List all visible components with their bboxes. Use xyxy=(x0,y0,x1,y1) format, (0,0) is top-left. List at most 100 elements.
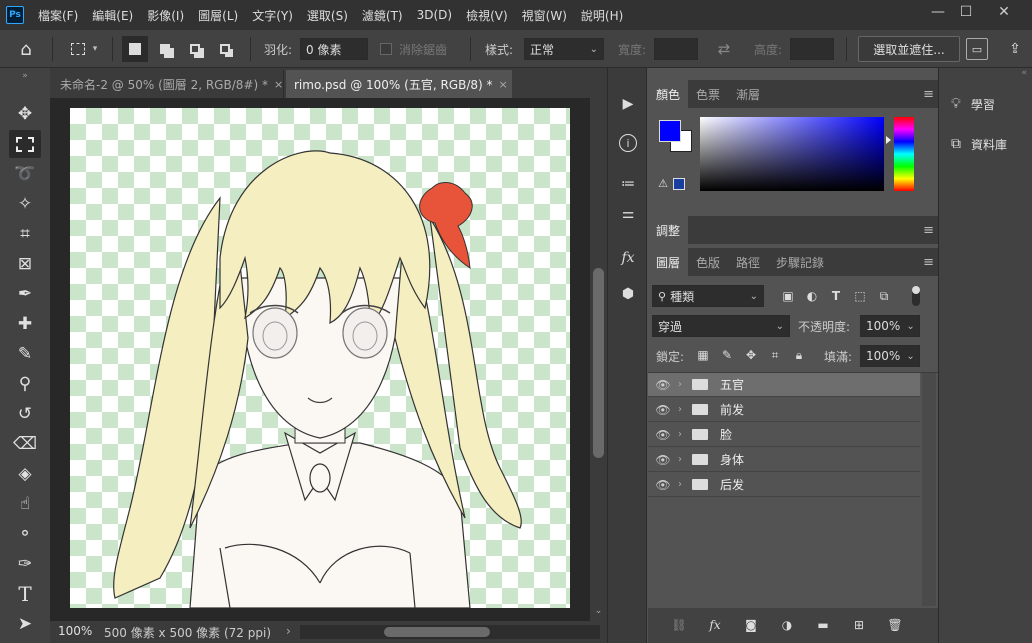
status-arrow-icon[interactable]: › xyxy=(286,624,291,638)
tab-rimo-psd[interactable]: rimo.psd @ 100% (五官, RGB/8) * × xyxy=(286,70,512,98)
menu-help[interactable]: 說明(H) xyxy=(581,7,623,24)
layer-row-身体[interactable]: 👁︎ › 身体 xyxy=(648,448,920,472)
info-icon[interactable]: i xyxy=(619,134,637,152)
select-and-mask-button[interactable]: 選取並遮住... xyxy=(858,36,960,62)
visibility-eye-icon[interactable]: 👁︎ xyxy=(648,428,678,442)
lasso-tool-icon[interactable]: ➰ xyxy=(9,160,41,188)
menu-edit[interactable]: 編輯(E) xyxy=(92,7,133,24)
h-scroll-thumb[interactable] xyxy=(384,627,490,637)
tab-paths[interactable]: 路徑 xyxy=(728,248,768,276)
opacity-input[interactable]: 100% ⌄ xyxy=(860,315,920,337)
menu-type[interactable]: 文字(Y) xyxy=(252,7,293,24)
menu-3d[interactable]: 3D(D) xyxy=(417,8,452,22)
collapse-icon[interactable]: » xyxy=(4,70,46,82)
tab-history[interactable]: 步驟記錄 xyxy=(768,248,832,276)
menu-layer[interactable]: 圖層(L) xyxy=(198,7,238,24)
workspace-icon[interactable]: ▭ xyxy=(966,38,988,60)
filter-toggle[interactable] xyxy=(912,286,920,306)
frame-tool-icon[interactable]: ⊠ xyxy=(9,250,41,278)
menu-filter[interactable]: 濾鏡(T) xyxy=(362,7,403,24)
lock-artboard-icon[interactable]: ⌗ xyxy=(768,348,782,362)
tab-gradients[interactable]: 漸層 xyxy=(728,80,768,108)
visibility-eye-icon[interactable]: 👁︎ xyxy=(648,403,678,417)
tab-close-icon[interactable]: × xyxy=(274,78,283,91)
lock-position-icon[interactable]: ✥ xyxy=(744,348,758,362)
new-group-folder-icon[interactable]: ▬ xyxy=(816,618,830,632)
menu-image[interactable]: 影像(I) xyxy=(147,7,184,24)
intersect-selection-button[interactable] xyxy=(212,36,238,62)
add-selection-button[interactable] xyxy=(152,36,178,62)
dodge-tool-icon[interactable]: ⚬ xyxy=(9,520,41,548)
tab-untitled-2[interactable]: 未命名-2 @ 50% (圖層 2, RGB/8#) * × xyxy=(52,70,284,98)
filter-adjustment-icon[interactable]: ◐ xyxy=(805,289,819,303)
style-select[interactable]: 正常 ⌄ xyxy=(524,38,604,60)
chevron-right-icon[interactable]: › xyxy=(678,479,688,490)
paint-bucket-tool-icon[interactable]: ◈ xyxy=(9,460,41,488)
brush-settings-icon[interactable]: ≔ xyxy=(616,172,640,196)
foreground-color-swatch[interactable] xyxy=(659,120,681,142)
3d-cube-icon[interactable]: ⬢ xyxy=(616,282,640,306)
layers-scrollbar[interactable] xyxy=(922,373,936,606)
chevron-right-icon[interactable]: › xyxy=(678,454,688,465)
libraries-button[interactable]: ⧉ 資料庫 xyxy=(939,128,1032,160)
magic-wand-tool-icon[interactable]: ✧ xyxy=(9,190,41,218)
restore-button[interactable]: ☐ xyxy=(948,0,984,24)
canvas-area[interactable] xyxy=(50,98,590,621)
menu-window[interactable]: 視窗(W) xyxy=(522,7,567,24)
add-mask-icon[interactable]: ◙ xyxy=(744,618,758,632)
vertical-scrollbar[interactable]: ⌄ xyxy=(590,98,607,621)
panel-menu-icon[interactable]: ≡ xyxy=(923,255,934,270)
chevron-right-icon[interactable]: › xyxy=(678,429,688,440)
tab-swatches[interactable]: 色票 xyxy=(688,80,728,108)
filter-shape-icon[interactable]: ⬚ xyxy=(853,289,867,303)
filter-pixel-icon[interactable]: ▣ xyxy=(781,289,795,303)
panel-menu-icon[interactable]: ≡ xyxy=(923,87,934,102)
layer-row-脸[interactable]: 👁︎ › 脸 xyxy=(648,423,920,447)
eyedropper-tool-icon[interactable]: ✒ xyxy=(9,280,41,308)
history-brush-tool-icon[interactable]: ↺ xyxy=(9,400,41,428)
learn-button[interactable]: 💡︎ 學習 xyxy=(939,88,1032,120)
link-layers-icon[interactable]: ⛓ xyxy=(671,618,686,632)
close-window-button[interactable]: ✕ xyxy=(984,0,1024,24)
chevron-right-icon[interactable]: › xyxy=(678,379,688,390)
layer-filter-select[interactable]: ⚲ 種類 ⌄ xyxy=(652,285,764,307)
fill-input[interactable]: 100% ⌄ xyxy=(860,345,920,367)
antialias-checkbox[interactable] xyxy=(380,43,392,55)
marquee-tool-icon[interactable] xyxy=(9,130,41,158)
panel-menu-icon[interactable]: ≡ xyxy=(923,223,934,238)
document-info[interactable]: 500 像素 x 500 像素 (72 ppi) xyxy=(104,624,271,641)
tab-close-icon[interactable]: × xyxy=(499,78,508,91)
visibility-eye-icon[interactable]: 👁︎ xyxy=(648,453,678,467)
layer-style-fx-icon[interactable]: fx xyxy=(708,618,722,632)
styles-fx-icon[interactable]: fx xyxy=(616,246,640,270)
dock-collapse-icon[interactable]: « xyxy=(939,68,1032,80)
pen-tool-icon[interactable]: ✑ xyxy=(9,550,41,578)
menu-file[interactable]: 檔案(F) xyxy=(38,7,78,24)
lock-all-icon[interactable]: 🔒︎ xyxy=(792,348,806,362)
new-selection-button[interactable] xyxy=(122,36,148,62)
smudge-tool-icon[interactable]: ☝ xyxy=(9,490,41,518)
new-layer-icon[interactable]: ⊞ xyxy=(852,618,866,632)
tab-adjustments[interactable]: 調整 xyxy=(648,216,689,244)
marquee-preset-picker[interactable]: ▾ xyxy=(62,37,106,61)
height-input[interactable] xyxy=(790,38,834,60)
move-tool-icon[interactable]: ✥ xyxy=(9,100,41,128)
delete-layer-trash-icon[interactable]: 🗑︎ xyxy=(887,618,902,632)
share-icon[interactable]: ⇪ xyxy=(1004,38,1026,60)
document-canvas[interactable] xyxy=(70,108,570,608)
tab-layers[interactable]: 圖層 xyxy=(648,248,689,276)
layer-row-五官[interactable]: 👁︎ › 五官 xyxy=(648,373,920,397)
brush-tool-icon[interactable]: ✎ xyxy=(9,340,41,368)
new-adjustment-icon[interactable]: ◑ xyxy=(780,618,794,632)
scroll-thumb[interactable] xyxy=(593,268,604,458)
blend-mode-select[interactable]: 穿過 ⌄ xyxy=(652,315,790,337)
color-field[interactable] xyxy=(700,117,884,191)
menu-view[interactable]: 檢視(V) xyxy=(466,7,508,24)
chevron-right-icon[interactable]: › xyxy=(678,404,688,415)
actions-play-icon[interactable]: ▶ xyxy=(616,92,640,116)
layer-row-前发[interactable]: 👁︎ › 前发 xyxy=(648,398,920,422)
layer-row-后发[interactable]: 👁︎ › 后发 xyxy=(648,473,920,497)
crop-tool-icon[interactable]: ⌗ xyxy=(9,220,41,248)
menu-select[interactable]: 選取(S) xyxy=(307,7,348,24)
hue-slider[interactable] xyxy=(894,117,914,191)
